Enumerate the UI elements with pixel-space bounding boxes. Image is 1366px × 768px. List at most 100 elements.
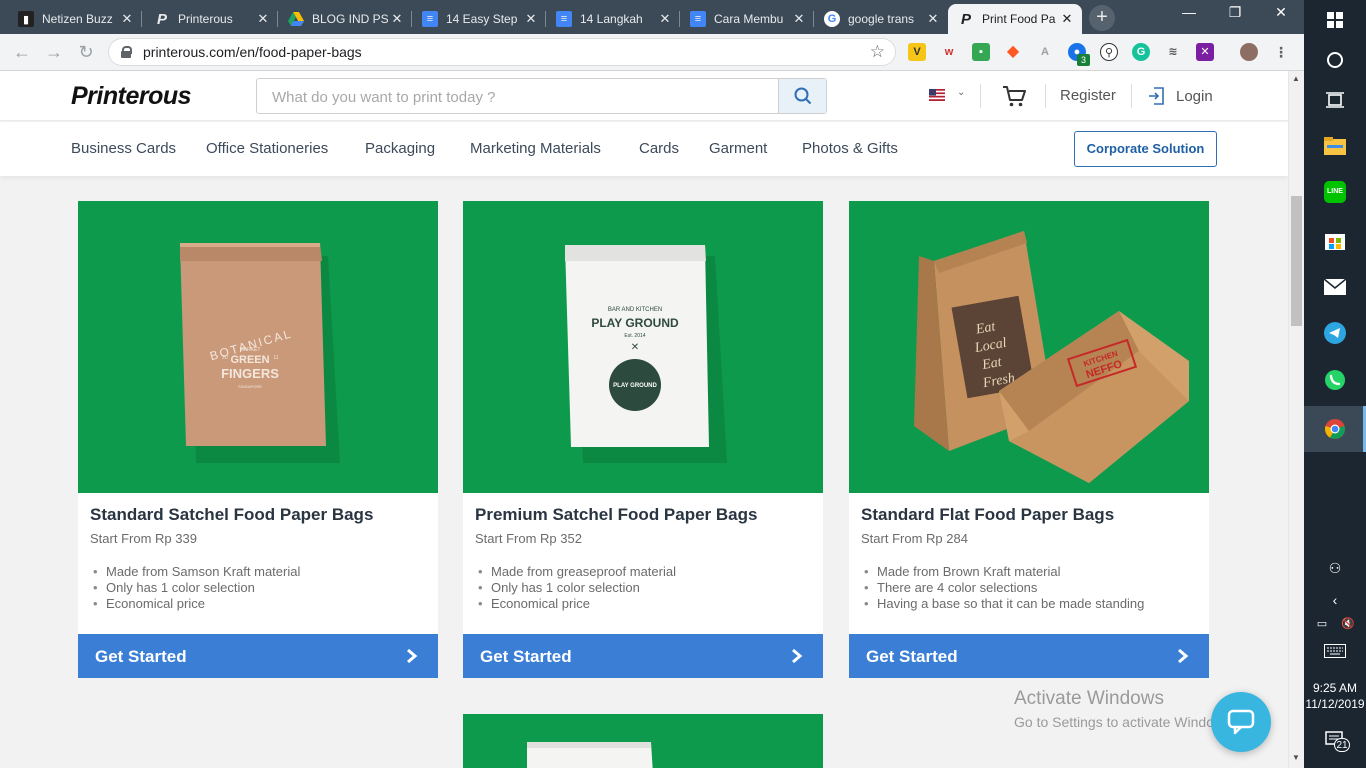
divider (1045, 84, 1046, 108)
profile-avatar[interactable] (1240, 43, 1258, 61)
search-extension-icon[interactable]: ⚲ (1100, 43, 1118, 61)
site-header: Printerous What do you want to print tod… (0, 71, 1288, 121)
cart-icon[interactable] (1001, 84, 1027, 108)
bookmark-star-icon[interactable]: ☆ (870, 42, 885, 62)
browser-tab[interactable]: ≡ 14 Langkah ✕ (546, 4, 680, 34)
file-explorer-icon[interactable] (1323, 134, 1347, 158)
minimize-icon[interactable]: — (1166, 4, 1212, 20)
close-icon[interactable]: ✕ (522, 11, 540, 27)
task-view-icon[interactable] (1323, 88, 1347, 112)
corporate-solution-button[interactable]: Corporate Solution (1074, 131, 1217, 167)
get-started-button[interactable]: Get Started (78, 634, 438, 678)
microsoft-store-icon[interactable] (1323, 228, 1347, 252)
extension-purple-icon[interactable]: ✕ (1196, 43, 1214, 61)
address-bar[interactable]: printerous.com/en/food-paper-bags ☆ (108, 38, 896, 66)
close-window-icon[interactable]: ✕ (1258, 4, 1304, 21)
new-tab-button[interactable]: + (1089, 5, 1115, 31)
register-link[interactable]: Register (1060, 87, 1116, 104)
login-label: Login (1176, 87, 1213, 105)
scroll-up-arrow-icon[interactable]: ▲ (1292, 74, 1300, 83)
button-label: Get Started (866, 647, 958, 666)
nav-cards[interactable]: Cards (639, 140, 679, 157)
browser-tab[interactable]: ≡ 14 Easy Step ✕ (412, 4, 546, 34)
product-image[interactable]: Eat Local Eat Fresh KITCHEN NEFFO (849, 201, 1209, 493)
battery-icon[interactable]: ▭ (1310, 611, 1334, 635)
get-started-button[interactable]: Get Started (463, 634, 823, 678)
system-clock[interactable]: 9:25 AM 11/12/2019 (1304, 680, 1366, 712)
chrome-icon[interactable] (1323, 417, 1347, 441)
watermark-subtitle: Go to Settings to activate Windows. (1014, 714, 1235, 730)
browser-tab[interactable]: P Printerous ✕ (144, 4, 278, 34)
search-button[interactable] (778, 79, 826, 113)
close-icon[interactable]: ✕ (118, 11, 136, 27)
extension-w-icon[interactable]: w (940, 43, 958, 61)
show-hidden-icons-chevron-icon[interactable]: ‹ (1323, 588, 1347, 612)
flat-bottom-bags-illustration: Eat Local Eat Fresh KITCHEN NEFFO (914, 231, 1189, 483)
browser-tab[interactable]: ▮ Netizen Buzz ✕ (8, 4, 142, 34)
product-card-partial[interactable] (463, 714, 823, 768)
browser-tab[interactable]: ≡ Cara Membu ✕ (680, 4, 814, 34)
telegram-icon[interactable] (1323, 321, 1347, 345)
search-box[interactable]: What do you want to print today ? (256, 78, 827, 114)
extension-stack-icon[interactable]: ≋ (1164, 43, 1182, 61)
nav-office-stationeries[interactable]: Office Stationeries (206, 140, 328, 157)
nav-marketing-materials[interactable]: Marketing Materials (470, 140, 601, 157)
lock-icon (121, 46, 132, 58)
extension-green-icon[interactable]: ▪ (972, 43, 990, 61)
reload-icon[interactable]: ↻ (74, 40, 98, 64)
browser-tab[interactable]: BLOG IND PS ✕ (278, 4, 412, 34)
close-icon[interactable]: ✕ (656, 11, 674, 27)
chat-button[interactable] (1211, 692, 1271, 752)
nav-packaging[interactable]: Packaging (365, 140, 435, 157)
scrollbar-thumb[interactable] (1291, 196, 1302, 326)
line-app-icon[interactable]: LINE (1323, 180, 1347, 204)
white-bag-illustration (527, 742, 653, 768)
close-icon[interactable]: ✕ (1058, 11, 1076, 27)
close-icon[interactable]: ✕ (790, 11, 808, 27)
grammarly-icon[interactable]: G (1132, 43, 1150, 61)
close-icon[interactable]: ✕ (924, 11, 942, 27)
clock-date: 11/12/2019 (1305, 697, 1365, 711)
close-icon[interactable]: ✕ (388, 11, 406, 27)
whatsapp-icon[interactable] (1323, 368, 1347, 392)
browser-tab[interactable]: G google trans ✕ (814, 4, 948, 34)
extension-v-icon[interactable]: V (908, 43, 926, 61)
printerous-logo[interactable]: Printerous (71, 82, 192, 111)
product-name[interactable]: Premium Satchel Food Paper Bags (475, 505, 757, 525)
nav-business-cards[interactable]: Business Cards (71, 140, 176, 157)
page-scrollbar[interactable]: ▲ ▼ (1288, 71, 1304, 768)
browser-toolbar: ← → ↻ printerous.com/en/food-paper-bags … (0, 34, 1304, 71)
login-link[interactable]: Login (1148, 87, 1213, 105)
close-icon[interactable]: ✕ (254, 11, 272, 27)
scroll-down-arrow-icon[interactable]: ▼ (1292, 753, 1300, 762)
mail-icon[interactable] (1323, 275, 1347, 299)
browser-tab-active[interactable]: P Print Food Pa ✕ (948, 4, 1082, 34)
restore-icon[interactable]: ❐ (1212, 4, 1258, 21)
us-flag-icon[interactable] (929, 89, 945, 101)
nav-garment[interactable]: Garment (709, 140, 767, 157)
search-input[interactable]: What do you want to print today ? (272, 89, 495, 106)
volume-mute-icon[interactable]: 🔇 (1336, 611, 1360, 635)
product-image[interactable]: BOTANICAL MARKET 20 11 GREEN FINGERS SIN… (78, 201, 438, 493)
windows-start-icon[interactable] (1323, 8, 1347, 32)
product-card[interactable]: BOTANICAL MARKET 20 11 GREEN FINGERS SIN… (78, 201, 438, 678)
keyboard-icon[interactable] (1323, 639, 1347, 663)
chevron-down-icon[interactable]: ⌄ (957, 87, 965, 98)
product-card[interactable]: Eat Local Eat Fresh KITCHEN NEFFO Standa… (849, 201, 1209, 678)
get-started-button[interactable]: Get Started (849, 634, 1209, 678)
google-favicon-icon: G (824, 11, 840, 27)
menu-kebab-icon[interactable]: ⋮ (1272, 43, 1290, 61)
product-image[interactable]: BAR AND KITCHEN PLAY GROUND Est. 2014 ✕ … (463, 201, 823, 493)
extension-a-icon[interactable]: A (1036, 43, 1054, 61)
bag-text: Est. 2014 (624, 333, 645, 339)
clock-time: 9:25 AM (1312, 681, 1358, 695)
back-arrow-icon[interactable]: ← (10, 40, 34, 64)
product-name[interactable]: Standard Satchel Food Paper Bags (90, 505, 373, 525)
product-card[interactable]: BAR AND KITCHEN PLAY GROUND Est. 2014 ✕ … (463, 201, 823, 678)
nav-photos-gifts[interactable]: Photos & Gifts (802, 140, 898, 157)
product-name[interactable]: Standard Flat Food Paper Bags (861, 505, 1114, 525)
extension-orange-icon[interactable]: ◆ (1004, 43, 1022, 61)
people-icon[interactable]: ⚇ (1323, 556, 1347, 580)
cortana-icon[interactable] (1323, 48, 1347, 72)
forward-arrow-icon[interactable]: → (42, 40, 66, 64)
